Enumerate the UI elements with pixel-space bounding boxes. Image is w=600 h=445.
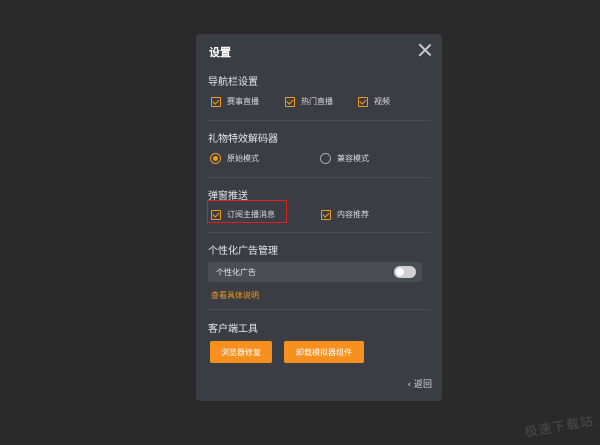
- checkbox-checked-icon: [358, 96, 368, 107]
- radio-selected-icon: [210, 153, 221, 164]
- view-details-link[interactable]: 查看具体说明: [211, 290, 259, 301]
- checkbox-checked-icon: [211, 96, 221, 107]
- checkbox-hot-live[interactable]: 热门直播: [285, 96, 333, 107]
- radio-compat-mode[interactable]: 兼容模式: [320, 153, 369, 164]
- browser-repair-button[interactable]: 浏览器修复: [210, 341, 272, 363]
- checkbox-label: 内容推荐: [337, 210, 369, 219]
- ad-toggle-row: 个性化广告: [208, 262, 422, 282]
- settings-dialog: 设置 导航栏设置 赛事直播 热门直播 视频 礼物特效解码器 原始模式 兼容模式 …: [196, 34, 442, 401]
- checkbox-checked-icon: [321, 209, 331, 220]
- watermark: 极速下载站: [523, 414, 596, 441]
- divider: [208, 177, 430, 178]
- checkbox-checked-icon: [285, 96, 295, 107]
- divider: [208, 232, 430, 233]
- ad-section-title: 个性化广告管理: [208, 246, 278, 257]
- radio-unselected-icon: [320, 153, 331, 164]
- checkbox-label: 赛事直播: [227, 97, 259, 106]
- checkbox-label: 热门直播: [301, 97, 333, 106]
- checkbox-content-recommend[interactable]: 内容推荐: [321, 209, 369, 220]
- gift-section-title: 礼物特效解码器: [208, 134, 278, 145]
- radio-label: 原始模式: [227, 154, 259, 163]
- checkbox-label: 视频: [374, 97, 390, 106]
- dialog-title: 设置: [209, 46, 231, 59]
- nav-section-title: 导航栏设置: [208, 77, 258, 88]
- toggle-knob: [396, 268, 404, 276]
- uninstall-emulator-button[interactable]: 卸载模拟器组件: [284, 341, 364, 363]
- checkbox-live-events[interactable]: 赛事直播: [211, 96, 259, 107]
- ad-toggle-switch[interactable]: [394, 266, 416, 278]
- client-section-title: 客户端工具: [208, 324, 258, 335]
- ad-toggle-label: 个性化广告: [216, 268, 256, 277]
- checkbox-video[interactable]: 视频: [358, 96, 390, 107]
- close-icon[interactable]: [418, 43, 432, 57]
- checkbox-subscribe-messages[interactable]: 订阅主播消息: [211, 209, 275, 220]
- divider: [208, 309, 430, 310]
- radio-label: 兼容模式: [337, 154, 369, 163]
- checkbox-label: 订阅主播消息: [227, 210, 275, 219]
- divider: [208, 120, 430, 121]
- back-button[interactable]: ‹ 返回: [408, 377, 432, 390]
- checkbox-checked-icon: [211, 209, 221, 220]
- radio-original-mode[interactable]: 原始模式: [210, 153, 259, 164]
